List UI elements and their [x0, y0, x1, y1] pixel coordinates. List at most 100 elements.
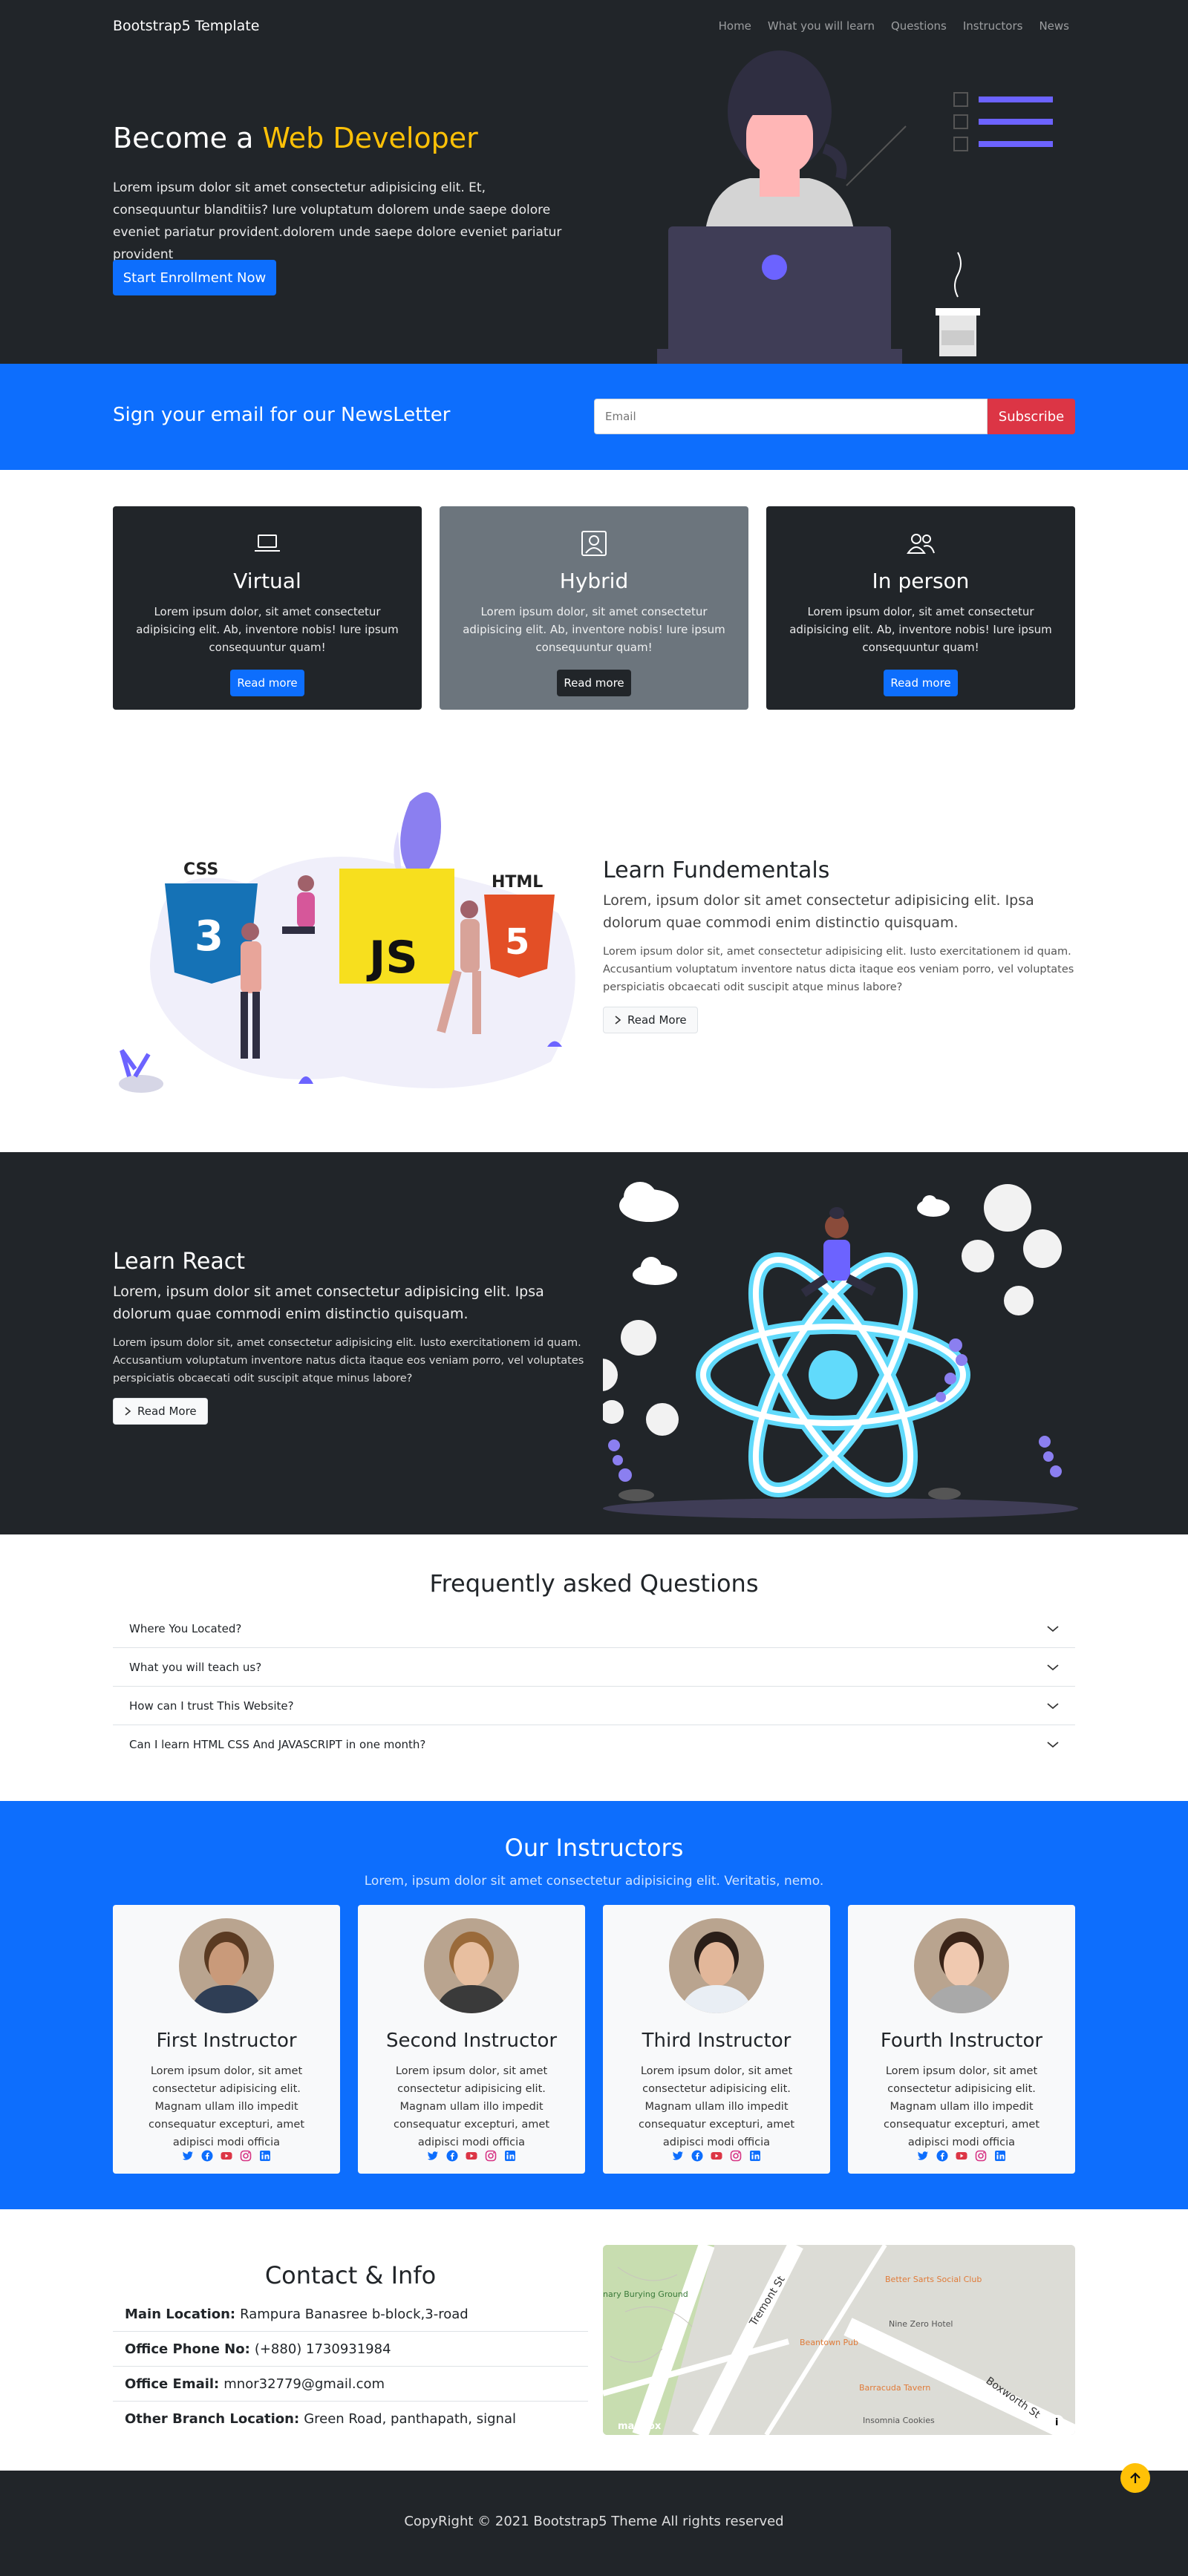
card-in-person: In person Lorem ipsum dolor, sit amet co… [766, 506, 1075, 710]
card-hybrid: Hybrid Lorem ipsum dolor, sit amet conse… [440, 506, 748, 710]
hero-title: Become a Web Developer [113, 122, 478, 154]
instructor-card: Third Instructor Lorem ipsum dolor, sit a… [603, 1905, 830, 2174]
faq-item[interactable]: What you will teach us? [113, 1648, 1075, 1687]
instructor-name: Second Instructor [385, 2030, 558, 2052]
instagram-icon[interactable] [485, 2150, 497, 2162]
instructors-title: Our Instructors [504, 1834, 684, 1862]
hero-text: Lorem ipsum dolor sit amet consectetur a… [113, 180, 562, 262]
arrow-up-icon [1130, 2472, 1140, 2483]
facebook-icon[interactable] [691, 2150, 703, 2162]
card-text: Lorem ipsum dolor, sit amet consectetur … [789, 605, 1052, 654]
facebook-icon[interactable] [201, 2150, 213, 2162]
linkedin-icon[interactable] [994, 2150, 1006, 2162]
instructors-subtitle: Lorem, ipsum dolor sit amet consectetur … [364, 1874, 824, 1889]
scroll-to-top-button[interactable] [1120, 2463, 1150, 2493]
start-enrollment-button[interactable]: Start Enrollment Now [113, 260, 276, 295]
instructors-section: Our Instructors Lorem, ipsum dolor sit a… [0, 1801, 1188, 2209]
location-map[interactable]: Tremont St Boxworth St Better Sarts Soci… [603, 2245, 1075, 2435]
svg-text:i: i [1055, 2417, 1058, 2428]
svg-text:Barracuda Tavern: Barracuda Tavern [859, 2383, 930, 2393]
react-section: Learn React Lorem, ipsum dolor sit amet … [0, 1152, 1188, 1534]
read-more-button[interactable]: Read more [230, 670, 304, 696]
chevron-down-icon [1047, 1664, 1059, 1670]
laptop-icon [255, 535, 280, 552]
react-lead: Lorem, ipsum dolor sit amet consectetur … [113, 1284, 544, 1322]
faq-item[interactable]: Can I learn HTML CSS And JAVASCRIPT in o… [113, 1725, 1075, 1764]
svg-text:Insomnia Cookies: Insomnia Cookies [863, 2416, 935, 2425]
faq-item[interactable]: How can I trust This Website? [113, 1687, 1075, 1725]
svg-text:Nine Zero Hotel: Nine Zero Hotel [889, 2319, 953, 2329]
svg-text:Beantown Pub: Beantown Pub [800, 2338, 858, 2347]
nav-what-you-will-learn[interactable]: What you will learn [768, 19, 875, 33]
instagram-icon[interactable] [240, 2150, 252, 2162]
people-icon [907, 534, 935, 554]
fundamentals-title: Learn Fundementals [603, 857, 830, 883]
youtube-icon[interactable] [711, 2150, 722, 2162]
instructor-card: First Instructor Lorem ipsum dolor, sit a… [113, 1905, 340, 2174]
navbar-links: Home What you will learn Questions Instr… [719, 19, 1069, 33]
react-read-more-button[interactable]: Read More [113, 1398, 208, 1425]
read-more-button[interactable]: Read more [884, 670, 958, 696]
instructor-card: Second Instructor Lorem ipsum dolor, sit … [358, 1905, 585, 2174]
contact-branch-location: Other Branch Location: Green Road, pantha… [125, 2411, 516, 2427]
youtube-icon[interactable] [221, 2150, 232, 2162]
brand-logo[interactable]: Bootstrap5 Template [113, 18, 259, 34]
linkedin-icon[interactable] [504, 2150, 516, 2162]
youtube-icon[interactable] [956, 2150, 967, 2162]
contact-email: Office Email: mnor32779@gmail.com [113, 2367, 588, 2402]
linkedin-icon[interactable] [749, 2150, 761, 2162]
react-text: Learn React Lorem, ipsum dolor sit amet … [113, 1249, 588, 1425]
fundamentals-body: Lorem ipsum dolor sit, amet consectetur … [603, 946, 1074, 993]
svg-text:Better Sarts Social Club: Better Sarts Social Club [885, 2275, 982, 2284]
instructor-bio: Lorem ipsum dolor, sit amet consectetur … [883, 2065, 1040, 2148]
newsletter-section: Sign your email for our NewsLetter Subsc… [0, 364, 1188, 470]
twitter-icon[interactable] [672, 2150, 684, 2162]
instructor-bio: Lorem ipsum dolor, sit amet consectetur … [393, 2065, 550, 2148]
card-title: In person [872, 569, 970, 593]
footer: CopyRight © 2021 Bootstrap5 Theme All ri… [0, 2471, 1188, 2576]
chevron-down-icon [1047, 1625, 1059, 1632]
person-badge-icon [581, 531, 607, 556]
facebook-icon[interactable] [936, 2150, 948, 2162]
social-links [113, 2150, 340, 2162]
svg-text:HTML: HTML [492, 873, 543, 892]
nav-news[interactable]: News [1039, 19, 1069, 33]
chevron-down-icon [1047, 1702, 1059, 1709]
faq-title: Frequently asked Questions [429, 1569, 759, 1598]
twitter-icon[interactable] [182, 2150, 194, 2162]
developer-illustration [657, 50, 1053, 364]
nav-questions[interactable]: Questions [891, 19, 947, 33]
nav-instructors[interactable]: Instructors [963, 19, 1023, 33]
twitter-icon[interactable] [427, 2150, 439, 2162]
read-more-button[interactable]: Read more [557, 670, 631, 696]
faq-accordion: Where You Located? What you will teach u… [113, 1609, 1075, 1764]
card-title: Virtual [233, 569, 301, 593]
subscribe-button[interactable]: Subscribe [988, 399, 1075, 434]
instructor-bio: Lorem ipsum dolor, sit amet consectetur … [148, 2065, 305, 2148]
svg-text:mapbox: mapbox [618, 2421, 662, 2432]
chevron-down-icon [1047, 1742, 1059, 1748]
card-virtual: Virtual Lorem ipsum dolor, sit amet cons… [113, 506, 422, 710]
email-input[interactable] [594, 399, 988, 434]
twitter-icon[interactable] [917, 2150, 929, 2162]
fundamentals-read-more-button[interactable]: Read More [603, 1007, 698, 1033]
instructor-card: Fourth Instructor Lorem ipsum dolor, sit … [848, 1905, 1075, 2174]
avatar [424, 1918, 519, 2013]
linkedin-icon[interactable] [259, 2150, 271, 2162]
contact-main-location: Main Location: Rampura Banasree b-block,3… [113, 2297, 588, 2332]
svg-text:5: 5 [505, 921, 529, 963]
card-title: Hybrid [559, 569, 629, 593]
facebook-icon[interactable] [446, 2150, 458, 2162]
faq-item[interactable]: Where You Located? [113, 1609, 1075, 1648]
instagram-icon[interactable] [975, 2150, 987, 2162]
fundamentals-text: Learn Fundementals Lorem, ipsum dolor si… [603, 857, 1075, 1033]
instructor-name: Third Instructor [642, 2030, 792, 2052]
react-title: Learn React [113, 1249, 245, 1275]
youtube-icon[interactable] [466, 2150, 477, 2162]
card-text: Lorem ipsum dolor, sit amet consectetur … [136, 605, 399, 654]
social-links [848, 2150, 1075, 2162]
instagram-icon[interactable] [730, 2150, 742, 2162]
nav-home[interactable]: Home [719, 19, 751, 33]
instructor-name: Fourth Instructor [880, 2030, 1043, 2052]
avatar [914, 1918, 1009, 2013]
